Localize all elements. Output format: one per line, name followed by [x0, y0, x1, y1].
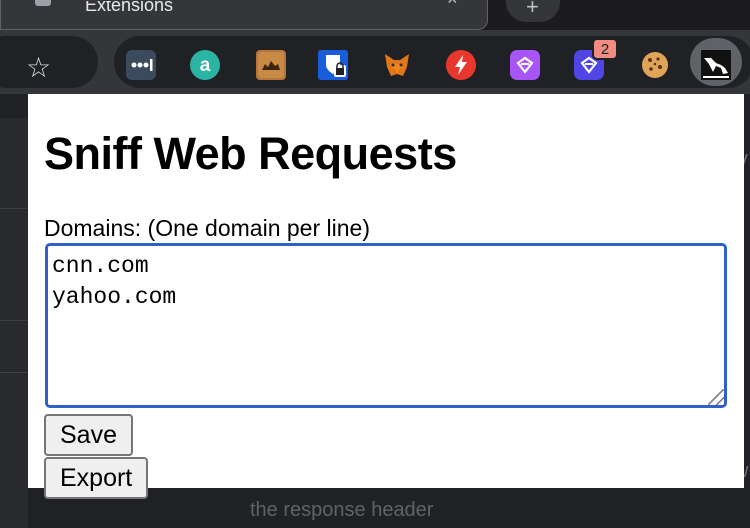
background-divider	[0, 208, 28, 209]
purple-tag-icon[interactable]	[510, 50, 540, 80]
bitwarden-shield-icon[interactable]	[318, 50, 348, 80]
background-sidebar	[0, 118, 28, 528]
tab-title: Extensions	[85, 0, 174, 15]
background-divider	[0, 320, 28, 321]
tab-extensions[interactable]: Extensions ×	[0, 0, 488, 30]
camel-icon[interactable]	[256, 50, 286, 80]
extension-popup: Sniff Web Requests Domains: (One domain …	[28, 94, 744, 499]
save-button[interactable]: Save	[44, 414, 133, 456]
close-icon[interactable]: ×	[447, 0, 458, 8]
plus-icon: +	[526, 0, 539, 19]
background-divider	[0, 372, 28, 373]
new-tab-button[interactable]: +	[506, 0, 560, 22]
svg-text:a: a	[200, 55, 211, 76]
resize-handle-icon[interactable]	[708, 389, 724, 405]
star-icon[interactable]: ☆	[26, 54, 51, 82]
cookie-icon[interactable]	[640, 50, 670, 80]
extensions-bar: a	[114, 36, 750, 88]
password-manager-dots-icon[interactable]	[126, 50, 156, 80]
domains-label: Domains: (One domain per line)	[44, 215, 370, 241]
address-bar[interactable]: ☆	[0, 36, 98, 88]
a-circle-icon[interactable]: a	[190, 50, 220, 80]
metamask-fox-icon[interactable]	[382, 50, 412, 80]
notification-badge: 2	[592, 38, 618, 60]
background-footer-text: the response header	[250, 499, 434, 521]
puzzle-icon	[35, 0, 51, 6]
browser-toolbar: ☆ a	[0, 30, 750, 94]
domains-textarea[interactable]	[45, 243, 727, 408]
export-button[interactable]: Export	[44, 457, 149, 499]
tab-strip: Extensions × +	[0, 0, 750, 30]
lightning-icon[interactable]	[446, 50, 476, 80]
sniff-dog-icon[interactable]	[701, 50, 731, 80]
popup-title: Sniff Web Requests	[44, 128, 457, 179]
